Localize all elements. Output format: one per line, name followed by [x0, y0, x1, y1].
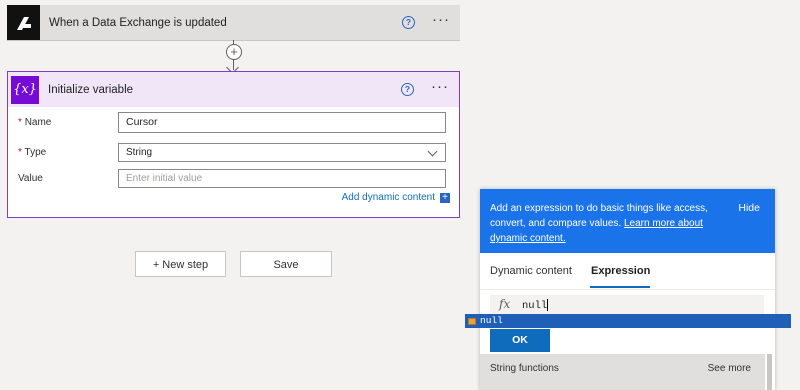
variable-icon: {x}	[11, 75, 39, 104]
fx-icon: fx	[499, 297, 511, 311]
required-mark: *	[18, 147, 22, 158]
panel-header: Add an expression to do basic things lik…	[480, 189, 775, 253]
tab-dynamic-content[interactable]: Dynamic content	[490, 265, 572, 277]
more-options-icon[interactable]: ···	[432, 12, 450, 30]
section-title: String functions	[490, 363, 559, 374]
action-title: Initialize variable	[48, 83, 134, 96]
action-header[interactable]: {x} Initialize variable ? ···	[8, 72, 459, 107]
keyword-icon	[468, 317, 476, 325]
trigger-title: When a Data Exchange is updated	[49, 16, 227, 29]
name-input[interactable]: Cursor	[118, 112, 446, 133]
value-input[interactable]: Enter initial value	[118, 169, 446, 188]
brand-logo-icon	[7, 5, 40, 40]
hide-button[interactable]: Hide	[738, 201, 760, 216]
save-button[interactable]: Save	[240, 251, 332, 277]
panel-tabs: Dynamic content Expression	[480, 253, 775, 290]
add-icon: +	[440, 192, 450, 203]
dynamic-content-panel: Add an expression to do basic things lik…	[480, 189, 775, 390]
new-step-button[interactable]: + New step	[135, 251, 226, 277]
ok-button[interactable]: OK	[490, 329, 550, 352]
more-options-icon[interactable]: ···	[431, 79, 449, 97]
initialize-variable-card: {x} Initialize variable ? ··· * Name Cur…	[7, 71, 460, 218]
help-icon[interactable]: ?	[401, 83, 414, 96]
autocomplete-suggestion[interactable]: null	[465, 314, 791, 328]
see-more-link[interactable]: See more	[708, 363, 751, 374]
active-tab-indicator	[590, 286, 650, 288]
trigger-card[interactable]: When a Data Exchange is updated ? ···	[7, 5, 460, 41]
text-caret	[547, 299, 549, 311]
insert-step-button[interactable]: +	[226, 44, 242, 60]
required-mark: *	[18, 117, 22, 128]
type-label: * Type	[18, 147, 47, 158]
help-icon[interactable]: ?	[402, 16, 415, 29]
add-dynamic-content-link[interactable]: Add dynamic content +	[342, 192, 450, 203]
type-dropdown[interactable]: String	[118, 143, 446, 162]
tab-expression[interactable]: Expression	[591, 265, 650, 277]
expression-text: null	[522, 299, 549, 312]
string-functions-section[interactable]: String functions See more	[480, 354, 765, 390]
scrollbar[interactable]	[767, 354, 772, 390]
name-label: * Name	[18, 117, 52, 128]
value-label: Value	[18, 173, 43, 184]
chevron-down-icon	[427, 146, 438, 157]
